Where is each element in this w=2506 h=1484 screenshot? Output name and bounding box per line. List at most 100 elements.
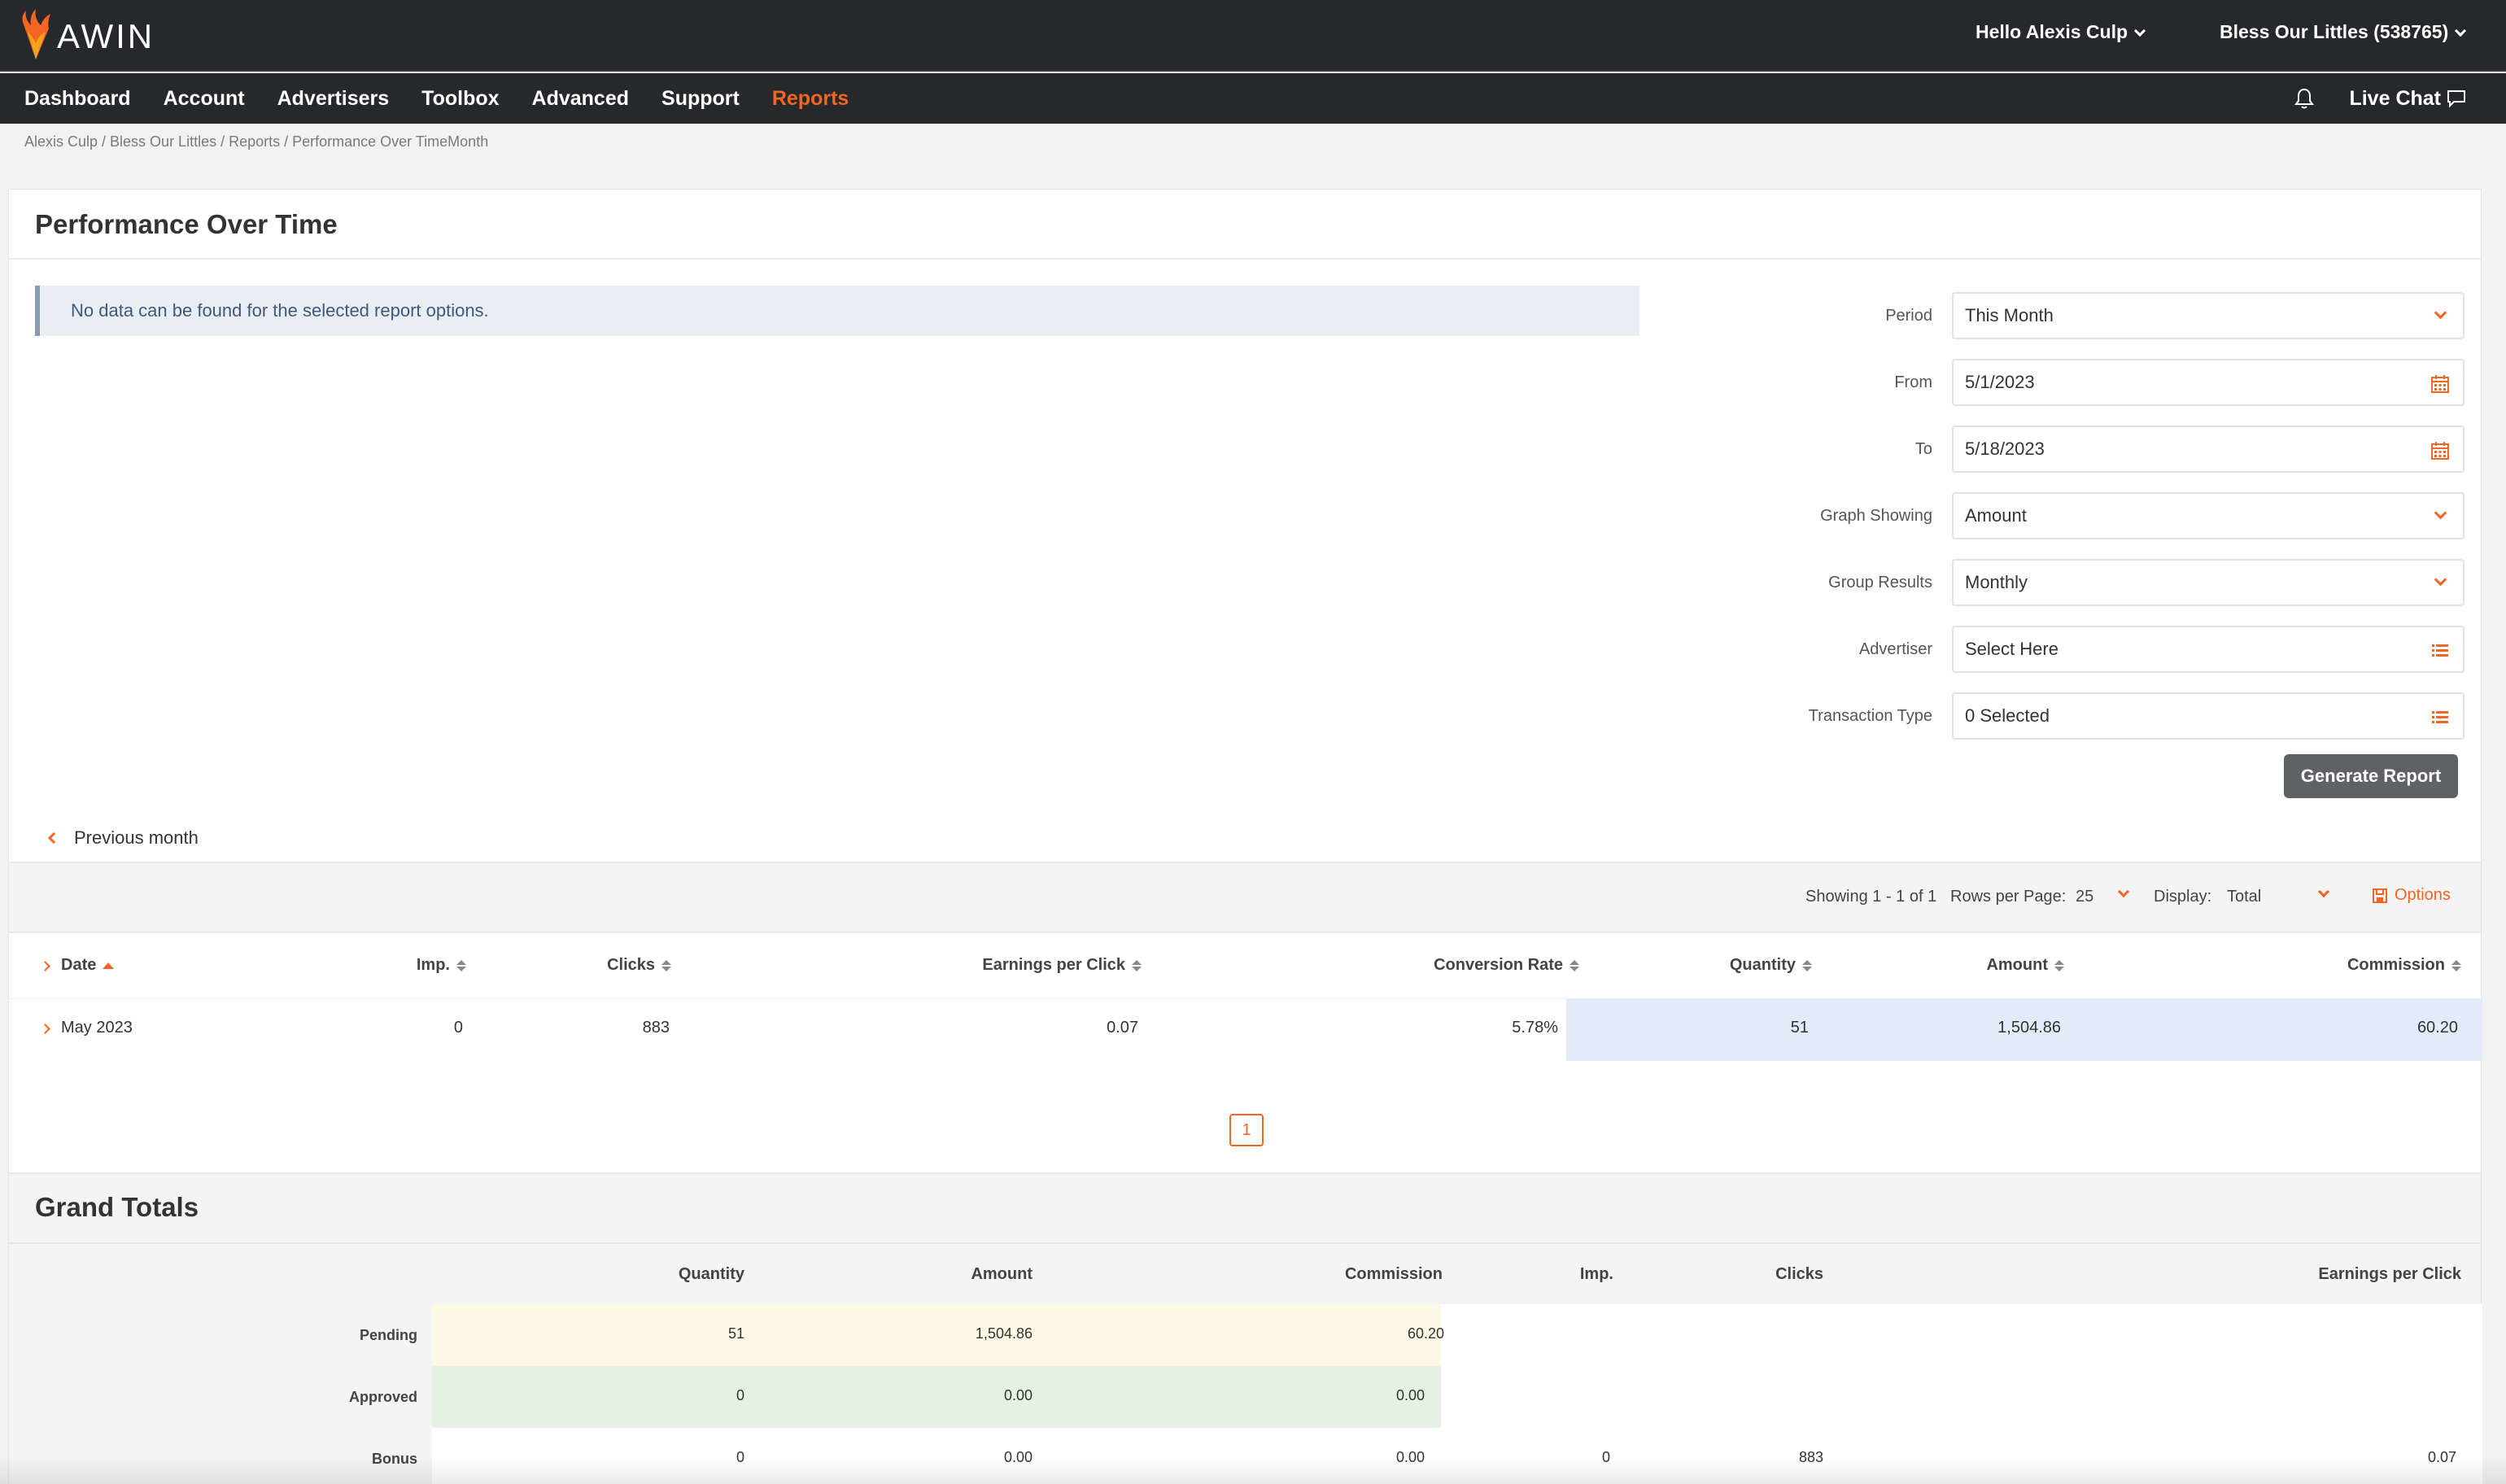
chevron-right-icon[interactable] [40,961,50,971]
graph-showing-select[interactable]: Amount [1952,492,2465,539]
main-nav: Dashboard Account Advertisers Toolbox Ad… [0,73,2506,124]
col-amount[interactable]: Amount [1986,956,2064,975]
page-title: Performance Over Time [35,209,338,239]
gt-row-approved: Approved 0 0.00 0.00 [9,1366,2482,1428]
graph-showing-row: Graph Showing Amount [1685,492,2466,539]
live-chat-button[interactable]: Live Chat [2349,87,2467,111]
col-quantity[interactable]: Quantity [1730,956,1812,975]
period-select[interactable]: This Month [1952,292,2465,339]
to-date-field[interactable]: 5/18/2023 [1952,426,2465,473]
calendar-icon[interactable] [2430,441,2450,460]
account-menu[interactable]: Bless Our Littles (538765) [2220,21,2467,43]
advertiser-picker[interactable]: Select Here [1952,626,2465,673]
calendar-icon[interactable] [2430,374,2450,394]
chevron-down-icon [2434,506,2447,520]
nav-advertisers[interactable]: Advertisers [277,87,390,111]
chevron-down-icon[interactable] [2117,885,2130,898]
rows-per-page-select[interactable]: 25 [2076,888,2093,906]
chevron-down-icon [2133,24,2146,37]
col-commission[interactable]: Commission [2347,956,2461,975]
generate-report-button[interactable]: Generate Report [2284,754,2458,798]
divider [9,258,2481,260]
col-commission-label: Commission [2347,956,2445,974]
previous-month-link[interactable]: Previous month [47,827,199,849]
live-chat-label: Live Chat [2349,86,2441,110]
chevron-down-icon [2455,24,2467,37]
table-row[interactable]: May 2023 0 883 0.07 5.78% 51 1,504.86 60… [9,998,2482,1061]
from-row: From 5/1/2023 [1685,359,2466,406]
sort-icon [1802,959,1812,971]
chat-bubble-icon [2447,90,2465,108]
breadcrumb[interactable]: Alexis Culp / Bless Our Littles / Report… [24,133,488,151]
cell-epc: 0.07 [1107,1019,1138,1037]
group-results-select[interactable]: Monthly [1952,559,2465,606]
group-results-value: Monthly [1965,572,2028,592]
no-data-alert: No data can be found for the selected re… [35,286,1639,336]
gt-row-pending: Pending 51 1,504.86 60.20 [9,1304,2482,1366]
nav-dashboard[interactable]: Dashboard [24,87,131,111]
list-icon[interactable] [2430,641,2450,661]
cell-commission: 60.20 [2416,1019,2458,1037]
col-conversion-rate[interactable]: Conversion Rate [1434,956,1579,975]
awin-logo[interactable]: AWIN [20,7,155,62]
page-1-button[interactable]: 1 [1229,1114,1264,1146]
gt-col-quantity: Quantity [678,1265,744,1283]
list-icon[interactable] [2430,708,2450,727]
gt-pending-quantity: 51 [727,1325,744,1342]
grand-totals-title: Grand Totals [35,1192,199,1222]
rows-per-page-label: Rows per Page: [1950,888,2067,906]
table-toolbar: Showing 1 - 1 of 1 Rows per Page: 25 Dis… [9,862,2481,933]
gt-col-clicks: Clicks [1775,1265,1823,1283]
from-value: 5/1/2023 [1965,372,2035,392]
period-label: Period [1885,306,1932,325]
gt-col-amount: Amount [971,1265,1033,1283]
to-value: 5/18/2023 [1965,439,2045,459]
gt-data: 51 1,504.86 60.20 [432,1304,2482,1366]
cell-imp: 0 [453,1019,463,1037]
gt-data: 0 0.00 0.00 [432,1366,2482,1428]
display-select[interactable]: Total [2227,888,2261,906]
col-imp[interactable]: Imp. [417,956,466,975]
nav-advanced[interactable]: Advanced [532,87,629,111]
bell-icon[interactable] [2294,87,2315,110]
col-epc[interactable]: Earnings per Click [982,956,1142,975]
from-date-field[interactable]: 5/1/2023 [1952,359,2465,406]
gt-pending-commission: 60.20 [1407,1325,1444,1342]
display-label: Display: [2154,888,2212,906]
col-quantity-label: Quantity [1729,956,1796,974]
advertiser-value: Select Here [1965,639,2058,659]
graph-showing-label: Graph Showing [1820,506,1932,525]
transaction-type-value: 0 Selected [1965,705,2050,726]
nav-toolbox[interactable]: Toolbox [421,87,499,111]
gt-approved-quantity: 0 [736,1387,744,1403]
nav-account[interactable]: Account [164,87,245,111]
col-date-label: Date [61,956,97,974]
account-name: Bless Our Littles (538765) [2220,21,2449,42]
pending-highlight [432,1304,1441,1366]
col-clicks[interactable]: Clicks [607,956,671,975]
expand-row-icon[interactable] [40,1024,50,1034]
gt-label-pending: Pending [360,1326,417,1343]
transaction-type-picker[interactable]: 0 Selected [1952,692,2465,740]
sort-asc-icon [103,962,115,969]
top-bar: AWIN Hello Alexis Culp Bless Our Littles… [0,0,2506,72]
chevron-down-icon[interactable] [2317,885,2330,898]
cell-date: May 2023 [61,1019,133,1037]
nav-reports[interactable]: Reports [772,87,849,111]
sort-icon [2054,959,2064,971]
group-results-label: Group Results [1828,573,1932,591]
nav-support[interactable]: Support [661,87,740,111]
chevron-down-icon [2434,306,2447,320]
user-greeting: Hello Alexis Culp [1976,21,2128,42]
gt-pending-amount: 1,504.86 [975,1325,1033,1342]
gt-col-imp: Imp. [1579,1265,1613,1283]
approved-highlight [432,1366,1441,1428]
col-date[interactable]: Date [61,956,115,975]
options-button[interactable]: Options [2372,886,2451,905]
advertiser-label: Advertiser [1858,639,1932,658]
col-imp-label: Imp. [416,956,450,974]
period-row: Period This Month [1685,292,2466,339]
user-menu[interactable]: Hello Alexis Culp [1976,21,2146,43]
period-value: This Month [1965,305,2054,325]
col-amount-label: Amount [1986,956,2048,974]
